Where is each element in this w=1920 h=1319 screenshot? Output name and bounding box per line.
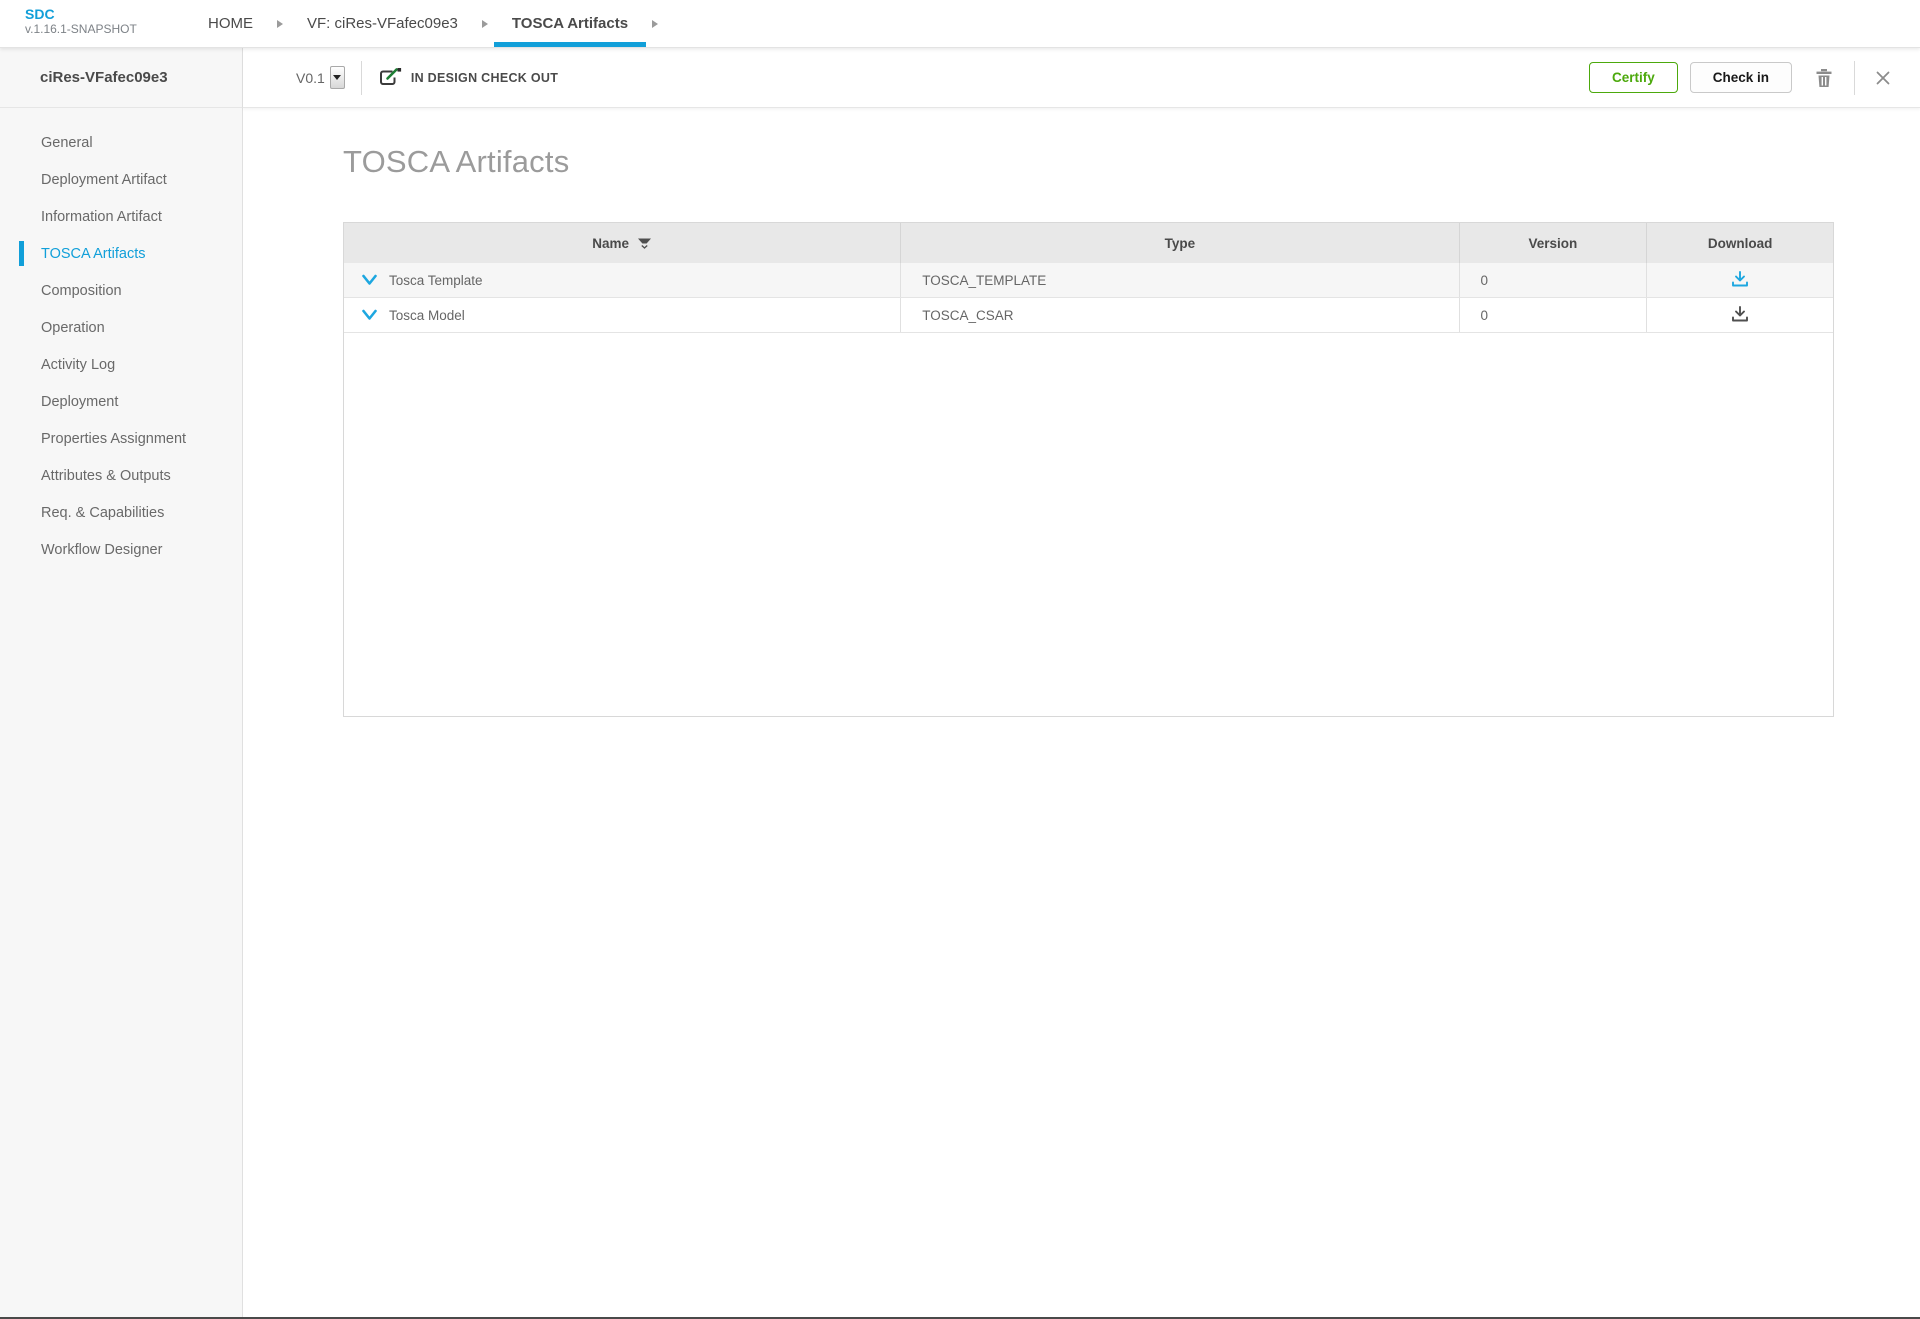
sidebar-item-label: General xyxy=(41,135,93,151)
sidebar-item-label: Information Artifact xyxy=(41,209,162,225)
artifact-version: 0 xyxy=(1481,308,1489,323)
sidebar-item-operation[interactable]: Operation xyxy=(0,309,242,346)
download-icon[interactable] xyxy=(1730,305,1750,326)
column-header-download[interactable]: Download xyxy=(1647,223,1833,263)
resource-header: ciRes-VFafec09e3 xyxy=(0,48,243,108)
column-header-label: Download xyxy=(1708,236,1773,251)
certify-button[interactable]: Certify xyxy=(1589,62,1678,93)
sidebar-item-deployment[interactable]: Deployment xyxy=(0,383,242,420)
tosca-artifacts-table: Name Type Version Download xyxy=(343,222,1834,717)
table-row-tosca-template[interactable]: Tosca Template TOSCA_TEMPLATE 0 xyxy=(344,263,1833,298)
sdc-logo-version: v.1.16.1-SNAPSHOT xyxy=(25,22,190,37)
breadcrumb-arrow-icon xyxy=(482,20,488,28)
sidebar-item-properties-assignment[interactable]: Properties Assignment xyxy=(0,420,242,457)
toolbar-divider xyxy=(1854,61,1855,95)
resource-name: ciRes-VFafec09e3 xyxy=(40,69,168,86)
chevron-down-icon[interactable] xyxy=(361,309,378,322)
column-header-version[interactable]: Version xyxy=(1460,223,1648,263)
tab-tosca-artifacts[interactable]: TOSCA Artifacts xyxy=(494,0,646,47)
sidebar-item-label: Activity Log xyxy=(41,357,115,373)
top-navigation: SDC v.1.16.1-SNAPSHOT HOME VF: ciRes-VFa… xyxy=(0,0,1920,48)
sdc-logo: SDC v.1.16.1-SNAPSHOT xyxy=(0,0,190,47)
sidebar-item-workflow-designer[interactable]: Workflow Designer xyxy=(0,531,242,568)
check-in-button[interactable]: Check in xyxy=(1690,62,1792,93)
breadcrumb-arrow-icon xyxy=(652,20,658,28)
column-header-label: Type xyxy=(1165,236,1196,251)
breadcrumb-arrow-icon xyxy=(277,20,283,28)
chevron-down-icon[interactable] xyxy=(361,274,378,287)
tab-home[interactable]: HOME xyxy=(190,0,271,47)
checkout-edit-icon xyxy=(378,67,402,88)
lifecycle-status: IN DESIGN CHECK OUT xyxy=(411,71,558,85)
close-icon[interactable] xyxy=(1871,66,1895,90)
artifact-name: Tosca Model xyxy=(389,308,465,323)
sidebar-item-label: Workflow Designer xyxy=(41,542,162,558)
sidebar-item-attributes-outputs[interactable]: Attributes & Outputs xyxy=(0,457,242,494)
version-select-spinner[interactable] xyxy=(330,66,345,89)
sidebar-item-label: Operation xyxy=(41,320,105,336)
artifact-type: TOSCA_CSAR xyxy=(922,308,1013,323)
artifact-type: TOSCA_TEMPLATE xyxy=(922,273,1046,288)
sidebar: General Deployment Artifact Information … xyxy=(0,108,243,1317)
sidebar-item-label: TOSCA Artifacts xyxy=(41,246,146,262)
sidebar-item-label: Properties Assignment xyxy=(41,431,186,447)
active-item-indicator xyxy=(19,241,24,266)
sort-icon[interactable] xyxy=(637,236,652,250)
sidebar-item-label: Attributes & Outputs xyxy=(41,468,171,484)
sidebar-item-req-capabilities[interactable]: Req. & Capabilities xyxy=(0,494,242,531)
sidebar-item-deployment-artifact[interactable]: Deployment Artifact xyxy=(0,161,242,198)
main-content: TOSCA Artifacts Name Type Version xyxy=(243,108,1920,1317)
version-label: V0.1 xyxy=(296,70,325,86)
sidebar-item-composition[interactable]: Composition xyxy=(0,272,242,309)
sidebar-item-activity-log[interactable]: Activity Log xyxy=(0,346,242,383)
toolbar: V0.1 IN DESIGN CHECK OUT Certify Check i… xyxy=(243,48,1920,108)
artifact-version: 0 xyxy=(1481,273,1489,288)
column-header-label: Version xyxy=(1528,236,1577,251)
delete-icon[interactable] xyxy=(1810,63,1838,93)
table-header-row: Name Type Version Download xyxy=(344,223,1833,263)
column-header-type[interactable]: Type xyxy=(901,223,1459,263)
breadcrumb: HOME VF: ciRes-VFafec09e3 TOSCA Artifact… xyxy=(190,0,664,47)
sidebar-item-tosca-artifacts[interactable]: TOSCA Artifacts xyxy=(0,235,242,272)
sidebar-item-label: Req. & Capabilities xyxy=(41,505,164,521)
column-header-label: Name xyxy=(592,236,629,251)
sidebar-item-label: Deployment Artifact xyxy=(41,172,167,188)
page-body: General Deployment Artifact Information … xyxy=(0,108,1920,1317)
column-header-name[interactable]: Name xyxy=(344,223,901,263)
sidebar-item-label: Deployment xyxy=(41,394,118,410)
sidebar-item-label: Composition xyxy=(41,283,122,299)
download-icon[interactable] xyxy=(1730,270,1750,291)
toolbar-strip: ciRes-VFafec09e3 V0.1 IN DESIGN CHECK OU… xyxy=(0,48,1920,108)
sidebar-item-general[interactable]: General xyxy=(0,124,242,161)
table-row-tosca-model[interactable]: Tosca Model TOSCA_CSAR 0 xyxy=(344,298,1833,333)
toolbar-divider xyxy=(361,61,362,95)
sdc-logo-title: SDC xyxy=(25,6,190,22)
artifact-name: Tosca Template xyxy=(389,273,483,288)
sidebar-item-information-artifact[interactable]: Information Artifact xyxy=(0,198,242,235)
tab-vf-cires[interactable]: VF: ciRes-VFafec09e3 xyxy=(289,0,476,47)
page-title: TOSCA Artifacts xyxy=(343,144,1920,180)
